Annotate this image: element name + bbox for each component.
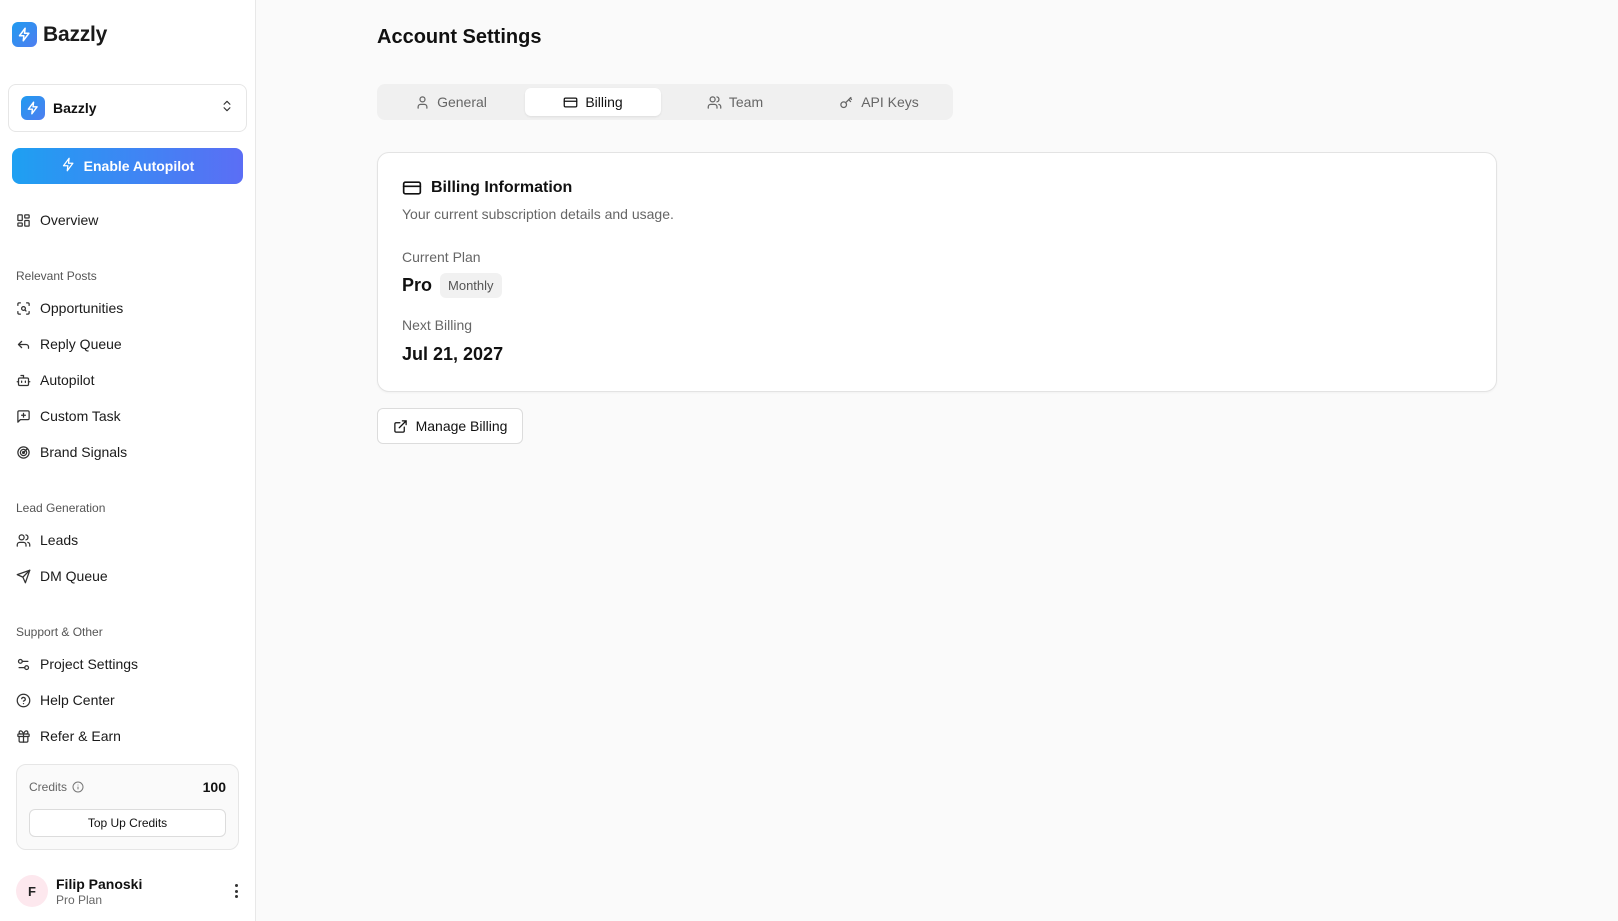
scan-search-icon: [17, 301, 30, 315]
credits-value: 100: [202, 779, 226, 795]
sidebar-item-label: Reply Queue: [40, 336, 122, 352]
sidebar-item-refer-earn[interactable]: Refer & Earn: [16, 722, 121, 750]
settings-sliders-icon: [17, 658, 30, 670]
bot-icon: [16, 374, 31, 386]
card-title: Billing Information: [431, 179, 573, 196]
chevrons-up-down-icon: [220, 99, 234, 118]
sidebar-item-leads[interactable]: Leads: [16, 526, 78, 554]
sidebar: Bazzly Bazzly Enable Autopilot Overview …: [0, 0, 256, 921]
plan-row: Pro Monthly: [402, 273, 502, 298]
user-icon: [417, 95, 428, 109]
sidebar-item-label: Brand Signals: [40, 444, 128, 460]
current-plan-label: Current Plan: [402, 249, 481, 265]
key-icon: [840, 96, 853, 108]
sidebar-item-label: Leads: [40, 532, 79, 548]
avatar: F: [16, 875, 48, 907]
section-label-support-other: Support & Other: [16, 625, 103, 639]
sidebar-item-label: Custom Task: [40, 408, 121, 424]
section-label-relevant-posts: Relevant Posts: [16, 269, 97, 283]
card-subtitle: Your current subscription details and us…: [402, 206, 674, 222]
sidebar-item-label: Help Center: [40, 692, 115, 708]
gift-icon: [17, 729, 30, 743]
reply-icon: [17, 340, 30, 349]
sidebar-item-dm-queue[interactable]: DM Queue: [16, 562, 108, 590]
workspace-switcher[interactable]: Bazzly: [8, 84, 247, 132]
credits-panel: Credits 100 Top Up Credits: [16, 764, 239, 850]
users-icon: [707, 95, 722, 109]
tab-label: Team: [728, 94, 764, 110]
plan-name: Pro: [402, 275, 433, 295]
billing-information-card: Billing Information Your current subscri…: [377, 152, 1497, 392]
sidebar-item-label: Autopilot: [40, 372, 95, 388]
tab-api-keys[interactable]: API Keys: [809, 88, 949, 116]
message-square-plus-icon: [17, 409, 30, 423]
tab-label: Billing: [585, 94, 623, 110]
zap-icon: [61, 157, 76, 175]
billing-cycle-badge: Monthly: [440, 273, 502, 298]
next-billing-date: Jul 21, 2027: [402, 344, 504, 364]
sidebar-item-opportunities[interactable]: Opportunities: [16, 294, 123, 322]
layout-grid-icon: [17, 213, 30, 227]
credits-label: Credits: [29, 780, 68, 794]
user-name: Filip Panoski: [56, 875, 143, 892]
sidebar-item-label: Refer & Earn: [40, 728, 121, 744]
sidebar-item-label: Project Settings: [40, 656, 139, 672]
users-icon: [16, 533, 31, 547]
sidebar-item-label: Opportunities: [40, 300, 124, 316]
sidebar-item-custom-task[interactable]: Custom Task: [16, 402, 121, 430]
sidebar-item-overview[interactable]: Overview: [16, 206, 98, 234]
user-plan: Pro Plan: [56, 892, 103, 907]
manage-billing-label: Manage Billing: [415, 418, 508, 434]
tab-label: API Keys: [861, 94, 919, 110]
enable-autopilot-button[interactable]: Enable Autopilot: [12, 148, 243, 184]
radar-icon: [17, 445, 30, 459]
info-icon[interactable]: [72, 781, 84, 793]
app-name: Bazzly: [43, 22, 108, 46]
credit-card-icon: [402, 181, 422, 195]
page-title: Account Settings: [377, 26, 542, 48]
more-vertical-icon[interactable]: [228, 884, 244, 898]
card-title-row: Billing Information: [402, 178, 572, 198]
user-menu[interactable]: F Filip Panoski Pro Plan: [16, 873, 244, 909]
workspace-bolt-icon: [21, 96, 45, 120]
sidebar-item-label: Overview: [40, 212, 99, 228]
send-icon: [16, 569, 31, 583]
sidebar-item-label: DM Queue: [40, 568, 108, 584]
sidebar-item-brand-signals[interactable]: Brand Signals: [16, 438, 127, 466]
credit-card-icon: [563, 97, 578, 107]
workspace-name: Bazzly: [53, 100, 97, 116]
settings-tabs: General Billing Team API Keys: [377, 84, 953, 120]
sidebar-item-autopilot[interactable]: Autopilot: [16, 366, 94, 394]
sidebar-item-reply-queue[interactable]: Reply Queue: [16, 330, 122, 358]
tab-billing[interactable]: Billing: [525, 88, 661, 116]
enable-autopilot-label: Enable Autopilot: [83, 158, 195, 174]
section-label-lead-generation: Lead Generation: [16, 501, 106, 515]
top-up-credits-button[interactable]: Top Up Credits: [29, 809, 226, 837]
sidebar-item-help-center[interactable]: Help Center: [16, 686, 115, 714]
user-meta: Filip Panoski Pro Plan: [56, 876, 228, 907]
app-logo[interactable]: Bazzly: [12, 22, 107, 47]
manage-billing-button[interactable]: Manage Billing: [377, 408, 523, 444]
help-circle-icon: [16, 693, 31, 707]
bolt-logo-icon: [12, 22, 37, 47]
external-link-icon: [393, 419, 407, 433]
next-billing-label: Next Billing: [402, 317, 473, 333]
tab-label: General: [437, 94, 487, 110]
tab-team[interactable]: Team: [665, 88, 805, 116]
credits-label-row: Credits: [29, 780, 84, 794]
tab-general[interactable]: General: [381, 88, 521, 116]
sidebar-item-project-settings[interactable]: Project Settings: [16, 650, 138, 678]
